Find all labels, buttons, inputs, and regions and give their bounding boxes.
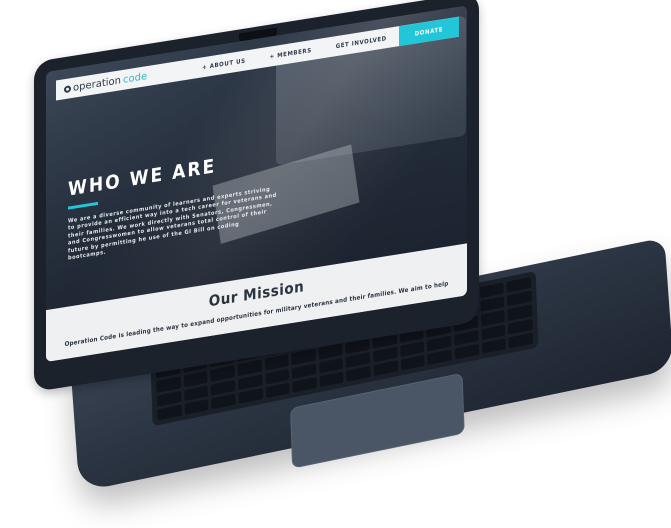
laptop: operation code + ABOUT US + MEMBERS GET I… bbox=[0, 0, 671, 528]
logo-prefix: operation bbox=[73, 74, 122, 94]
laptop-screen: operation code + ABOUT US + MEMBERS GET I… bbox=[46, 5, 467, 363]
logo-mark-icon bbox=[64, 84, 71, 93]
logo-suffix: code bbox=[123, 70, 148, 86]
nav-members[interactable]: + MEMBERS bbox=[258, 45, 324, 62]
nav-about-us[interactable]: + ABOUT US bbox=[190, 55, 258, 73]
